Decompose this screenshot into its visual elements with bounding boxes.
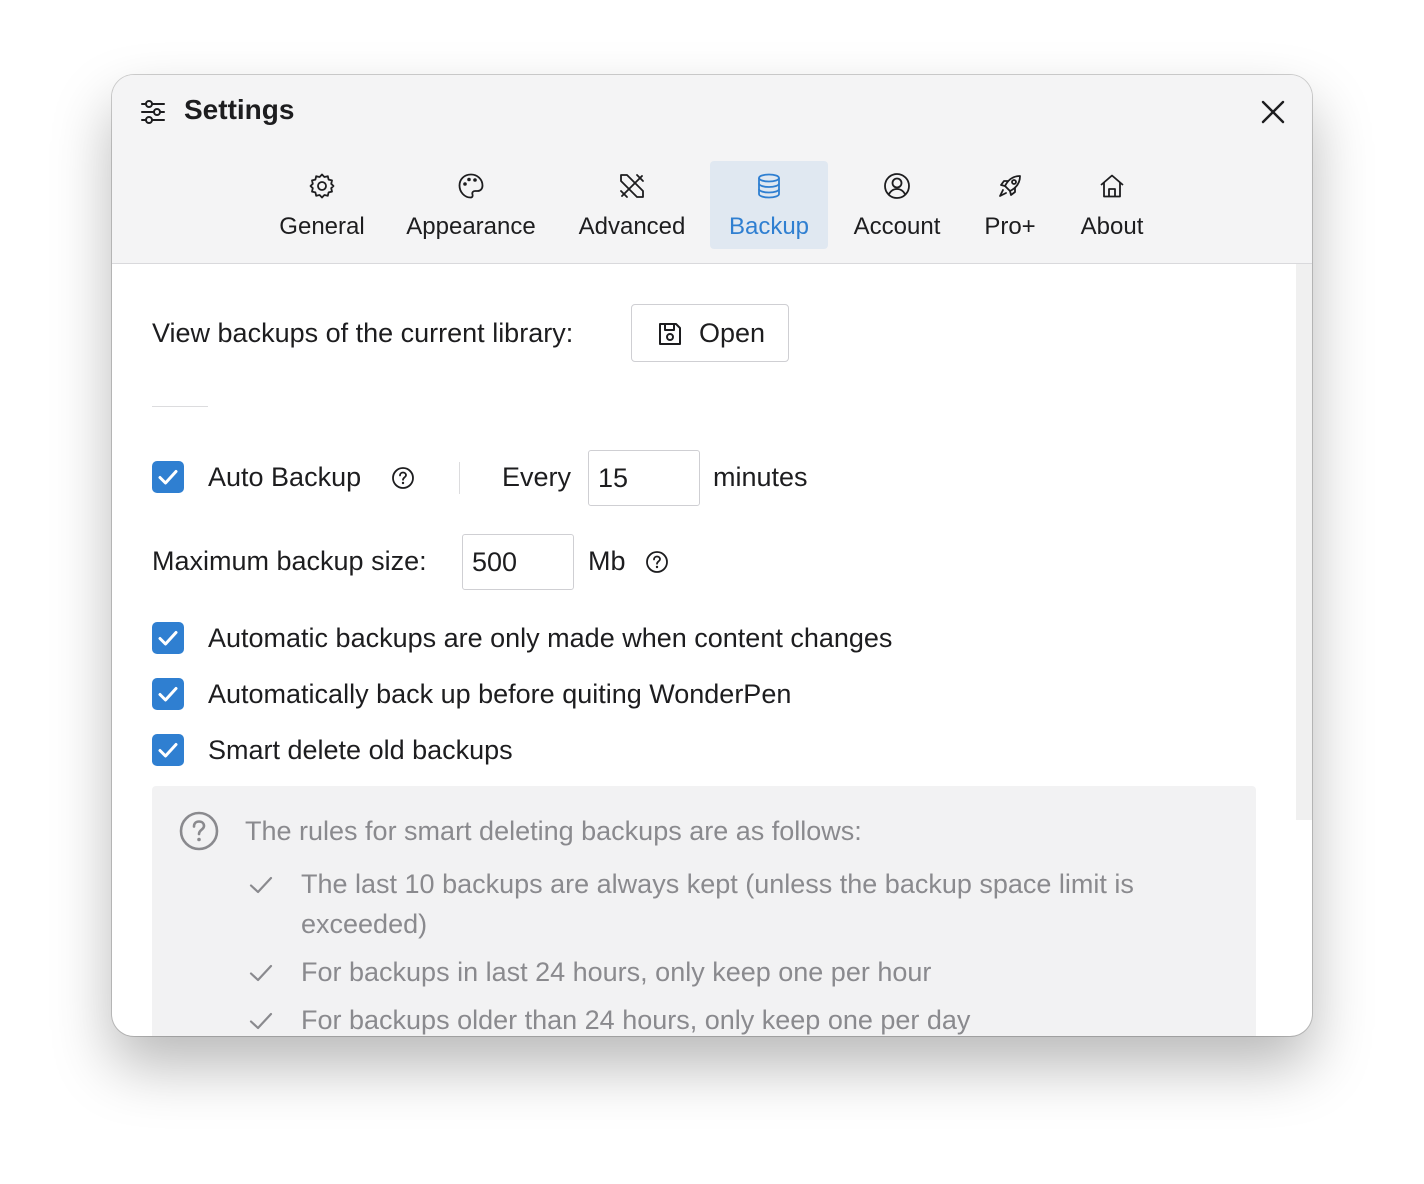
divider	[152, 406, 208, 407]
settings-window: Settings General Appearance Advanced Bac…	[112, 75, 1312, 1036]
settings-header: Settings General Appearance Advanced Bac…	[112, 75, 1312, 264]
tab-about[interactable]: About	[1068, 161, 1156, 249]
tab-label: Advanced	[578, 213, 686, 240]
checkmark-icon	[158, 687, 178, 702]
tab-label: Pro+	[984, 213, 1036, 240]
every-label: Every	[502, 462, 572, 492]
tab-label: General	[279, 213, 365, 240]
tab-appearance[interactable]: Appearance	[396, 161, 546, 249]
size-unit-label: Mb	[588, 546, 626, 576]
tab-general[interactable]: General	[264, 161, 380, 249]
minutes-label: minutes	[713, 462, 808, 492]
view-backups-label: View backups of the current library:	[152, 318, 574, 348]
tab-label: About	[1080, 213, 1144, 240]
scrollbar[interactable]	[1296, 264, 1312, 820]
option-label: Smart delete old backups	[208, 735, 513, 765]
rule-item: The last 10 backups are always kept (unl…	[301, 869, 1134, 939]
tab-account[interactable]: Account	[842, 161, 952, 249]
home-icon	[1100, 174, 1124, 198]
tab-label: Account	[853, 213, 941, 240]
tab-label: Backup	[728, 213, 810, 240]
max-size-input[interactable]	[462, 534, 574, 590]
max-size-label: Maximum backup size:	[152, 546, 427, 576]
check-icon	[249, 964, 273, 982]
check-icon	[249, 876, 273, 894]
close-icon[interactable]	[1258, 97, 1288, 127]
smart-delete-checkbox[interactable]	[152, 734, 184, 766]
smart-delete-rules-box: The rules for smart deleting backups are…	[152, 786, 1256, 1036]
tab-pro[interactable]: Pro+	[972, 161, 1048, 249]
tab-label: Appearance	[406, 213, 536, 240]
open-button-label: Open	[699, 318, 766, 348]
backup-panel: View backups of the current library: Ope…	[112, 264, 1312, 1036]
option-label: Automatic backups are only made when con…	[208, 623, 893, 653]
rule-item: For backups older than 24 hours, only ke…	[301, 1005, 971, 1035]
backup-before-quit-checkbox[interactable]	[152, 678, 184, 710]
checkmark-icon	[158, 631, 178, 646]
checkmark-icon	[158, 743, 178, 758]
database-icon	[758, 173, 780, 199]
separator	[459, 462, 460, 494]
content-changes-checkbox[interactable]	[152, 622, 184, 654]
check-icon	[249, 1012, 273, 1030]
tab-advanced[interactable]: Advanced	[568, 161, 696, 249]
rule-item: For backups in last 24 hours, only keep …	[301, 957, 932, 987]
window-title: Settings	[184, 94, 295, 125]
user-circle-icon	[884, 173, 910, 199]
interval-input[interactable]	[588, 450, 700, 506]
open-backups-button[interactable]: Open	[631, 304, 789, 362]
rocket-icon	[999, 175, 1021, 197]
option-label: Automatically back up before quiting Won…	[208, 679, 792, 709]
save-icon	[659, 323, 681, 345]
tools-icon	[620, 174, 644, 198]
tab-backup[interactable]: Backup	[710, 161, 828, 249]
help-icon[interactable]	[391, 466, 415, 490]
auto-backup-checkbox[interactable]	[152, 461, 184, 493]
rules-title: The rules for smart deleting backups are…	[245, 816, 862, 846]
palette-icon	[458, 173, 484, 199]
sliders-icon	[141, 100, 165, 124]
checkmark-icon	[158, 470, 178, 485]
help-icon[interactable]	[645, 550, 669, 574]
help-circle-icon	[179, 811, 219, 851]
auto-backup-label: Auto Backup	[208, 462, 362, 492]
gear-icon	[309, 173, 335, 199]
